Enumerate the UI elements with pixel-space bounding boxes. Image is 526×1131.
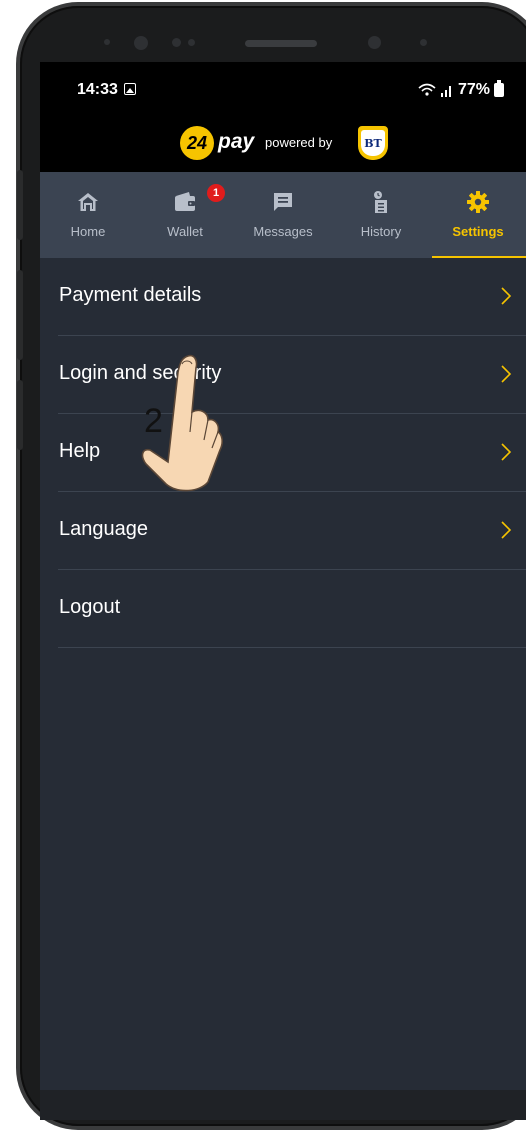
- signal-icon: [440, 86, 451, 97]
- settings-menu: Payment details Login and security Help …: [40, 258, 526, 648]
- menu-item-label: Logout: [59, 596, 121, 618]
- phone-side-button: [17, 170, 23, 240]
- menu-item-logout[interactable]: Logout: [40, 570, 526, 648]
- menu-item-payment-details[interactable]: Payment details: [40, 258, 526, 336]
- bt-bank-logo: BT: [358, 126, 388, 160]
- wallet-icon: [175, 192, 195, 211]
- camera-icon: [134, 36, 148, 50]
- step-number: 2: [144, 402, 163, 440]
- menu-item-label: Language: [59, 518, 148, 540]
- tab-home[interactable]: Home: [40, 172, 136, 258]
- chevron-right-icon: [501, 521, 512, 539]
- status-time: 14:33: [77, 81, 118, 98]
- bt-logo-text: BT: [361, 130, 385, 156]
- tab-wallet[interactable]: 1 Wallet: [137, 172, 233, 258]
- chevron-right-icon: [501, 365, 512, 383]
- chevron-right-icon: [501, 443, 512, 461]
- front-camera-icon: [368, 36, 381, 49]
- tab-label: History: [360, 224, 402, 239]
- chevron-right-icon: [501, 287, 512, 305]
- brand-header: 24 pay powered by BT: [40, 118, 526, 172]
- bottom-tab-bar: Home 1 Wallet Messages History Settings: [40, 172, 526, 258]
- menu-item-language[interactable]: Language: [40, 492, 526, 570]
- tab-label: Home: [70, 224, 106, 239]
- tab-settings[interactable]: Settings: [430, 172, 526, 258]
- status-indicators: 77%: [418, 80, 504, 99]
- speaker-grille: [245, 40, 317, 47]
- tab-messages[interactable]: Messages: [235, 172, 331, 258]
- menu-item-help[interactable]: Help: [40, 414, 526, 492]
- home-icon: [78, 193, 98, 211]
- divider: [58, 647, 526, 648]
- message-icon: [274, 193, 292, 211]
- app-logo-pay: pay: [218, 130, 255, 153]
- tab-label: Messages: [253, 224, 313, 239]
- top-bezel: [40, 6, 526, 62]
- tab-label: Settings: [452, 224, 504, 239]
- phone-side-button: [17, 380, 23, 450]
- phone-bottom-bezel: [40, 1090, 526, 1120]
- wallet-icon-wrap: 1: [173, 184, 225, 214]
- history-icon: [374, 191, 387, 213]
- menu-item-login-security[interactable]: Login and security: [40, 336, 526, 414]
- sensor-icon: [188, 39, 195, 46]
- wifi-icon: [418, 83, 436, 96]
- tab-history[interactable]: History: [333, 172, 429, 258]
- app-screen: 14:33 77% 24 pay powered by BT Home 1 Wa…: [40, 62, 526, 1090]
- menu-item-label: Help: [59, 440, 101, 462]
- gear-icon: [467, 191, 489, 213]
- tab-label: Wallet: [167, 224, 203, 239]
- sensor-icon: [172, 38, 181, 47]
- sensor-icon: [420, 39, 427, 46]
- sensor-icon: [104, 39, 110, 45]
- phone-side-button: [17, 270, 23, 360]
- gallery-icon: [124, 83, 136, 95]
- app-logo-24: 24: [180, 126, 214, 160]
- status-bar: 14:33 77%: [40, 62, 526, 118]
- menu-item-label: Payment details: [59, 284, 202, 306]
- battery-icon: [494, 80, 504, 97]
- battery-percent: 77%: [457, 81, 490, 98]
- notification-badge: 1: [207, 184, 225, 202]
- powered-by-text: powered by: [265, 135, 333, 150]
